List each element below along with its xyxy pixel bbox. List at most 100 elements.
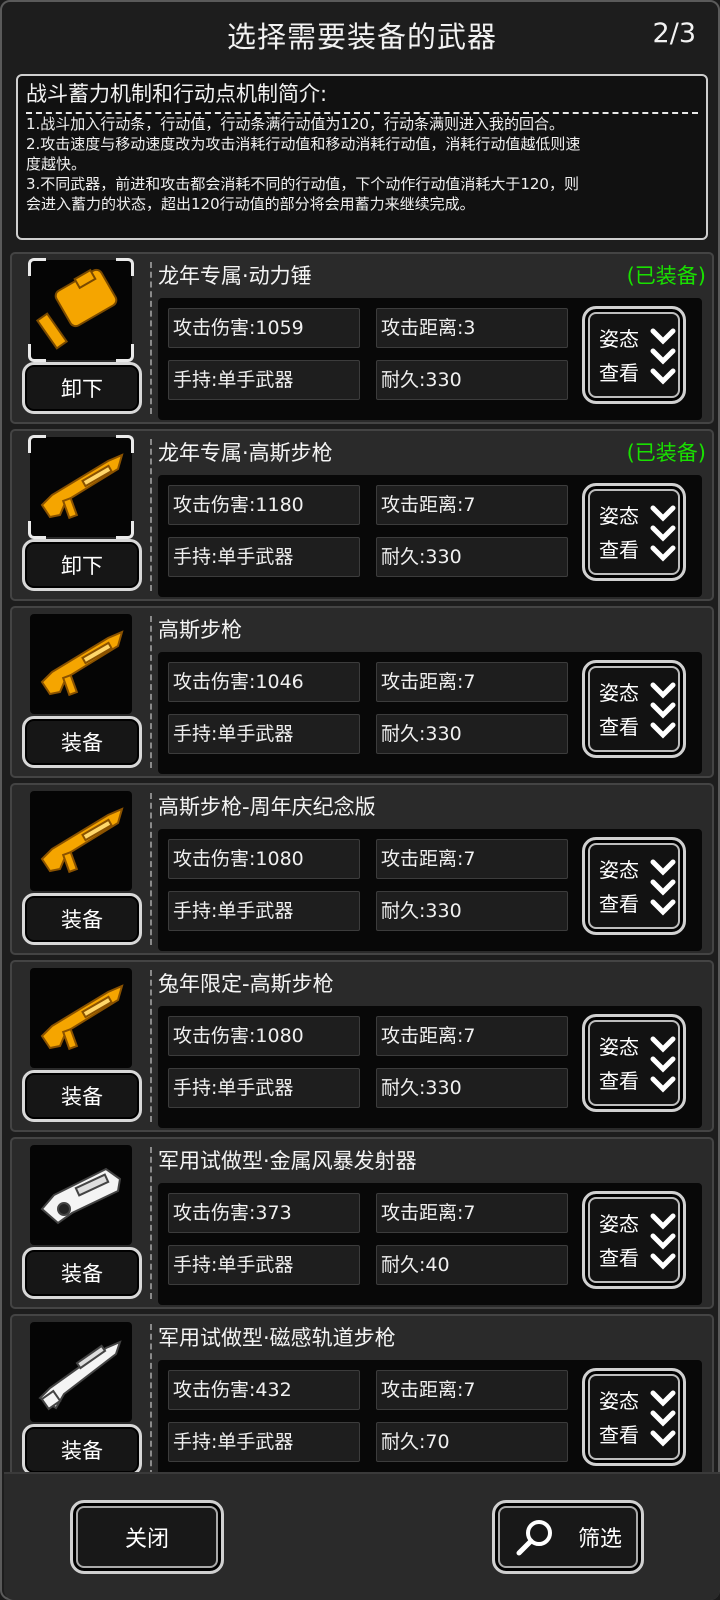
weapon-thumbnail[interactable]: [28, 435, 134, 539]
durability-stat: 耐久:40: [376, 1245, 568, 1285]
equipped-badge: (已装备): [626, 441, 706, 465]
chevrons-down-icon: [650, 682, 676, 739]
weapon-stats: 攻击伤害:432 攻击距离:7 手持:单手武器 耐久:70 姿态 查看: [158, 1360, 702, 1472]
weapon-name: 高斯步枪-周年庆纪念版: [158, 795, 376, 819]
divider: [150, 970, 152, 1122]
view-pose-button[interactable]: 姿态 查看: [582, 1368, 686, 1466]
intro-line: 会进入蓄力的状态，超出120行动值的部分将会用蓄力来继续完成。: [26, 195, 475, 213]
action-label: 装备: [61, 1262, 103, 1286]
weapon-card[interactable]: 装备 军用试做型·金属风暴发射器攻击伤害:373 攻击距离:7 手持:单手武器 耐久:4…: [10, 1137, 714, 1309]
view-pose-button[interactable]: 姿态 查看: [582, 837, 686, 935]
pose-label: 姿态: [599, 327, 639, 351]
view-pose-button[interactable]: 姿态 查看: [582, 306, 686, 404]
weapon-name: 兔年限定-高斯步枪: [158, 972, 334, 996]
attack-damage-stat: 攻击伤害:432: [168, 1370, 360, 1410]
pose-label: 姿态: [599, 1035, 639, 1059]
weapon-card[interactable]: 装备 高斯步枪-周年庆纪念版攻击伤害:1080 攻击距离:7 手持:单手武器 耐久:33…: [10, 783, 714, 955]
weapon-stats: 攻击伤害:1046 攻击距离:7 手持:单手武器 耐久:330 姿态 查看: [158, 652, 702, 774]
weapon-name: 高斯步枪: [158, 618, 242, 642]
attack-damage-stat: 攻击伤害:1180: [168, 485, 360, 525]
weapon-stats: 攻击伤害:373 攻击距离:7 手持:单手武器 耐久:40 姿态 查看: [158, 1183, 702, 1305]
close-button-label: 关闭: [124, 1527, 169, 1552]
weapon-thumbnail[interactable]: [28, 258, 134, 362]
weapon-list[interactable]: 卸下 龙年专属·动力锤 (已装备) 攻击伤害:1059 攻击距离:3 手持:单手武器 耐久:…: [10, 252, 714, 1472]
action-label: 装备: [61, 1085, 103, 1109]
pose-label: 姿态: [599, 681, 639, 705]
durability-stat: 耐久:330: [376, 1068, 568, 1108]
weapon-card[interactable]: 装备 军用试做型·磁感轨道步枪 攻击伤害:432 攻击距离:7 手持:单手武器 耐久:70…: [10, 1314, 714, 1472]
view-pose-button[interactable]: 姿态 查看: [582, 483, 686, 581]
weapon-thumbnail[interactable]: [30, 614, 132, 714]
divider: [150, 793, 152, 945]
weapon-stats: 攻击伤害:1080 攻击距离:7 手持:单手武器 耐久:330 姿态 查看: [158, 1006, 702, 1128]
action-label: 装备: [61, 731, 103, 755]
hand-type-stat: 手持:单手武器: [168, 714, 360, 754]
page-indicator: 2/3: [652, 18, 696, 49]
view-label: 查看: [599, 361, 639, 385]
weapon-card[interactable]: 装备 兔年限定-高斯步枪 攻击伤害:1080 攻击距离:7 手持:单手武器 耐久:330 姿…: [10, 960, 714, 1132]
view-pose-button[interactable]: 姿态 查看: [582, 1014, 686, 1112]
view-pose-button[interactable]: 姿态 查看: [582, 1191, 686, 1289]
divider: [150, 262, 152, 414]
weapon-thumbnail[interactable]: [30, 1145, 132, 1245]
attack-damage-stat: 攻击伤害:1080: [168, 839, 360, 879]
equip-button[interactable]: 装备: [22, 893, 142, 945]
weapon-select-dialog: 选择需要装备的武器 2/3 战斗蓄力机制和行动点机制简介: 1.战斗加入行动条，…: [0, 0, 720, 1600]
action-label: 装备: [61, 908, 103, 932]
weapon-name: 军用试做型·金属风暴发射器: [158, 1149, 417, 1173]
search-icon: [516, 1520, 552, 1556]
weapon-thumbnail[interactable]: [30, 968, 132, 1068]
equip-button[interactable]: 装备: [22, 1247, 142, 1299]
action-label: 卸下: [61, 377, 103, 401]
hand-type-stat: 手持:单手武器: [168, 891, 360, 931]
divider: [150, 439, 152, 591]
dialog-footer: 关闭 筛选: [4, 1472, 720, 1600]
weapon-name: 军用试做型·磁感轨道步枪: [158, 1326, 396, 1350]
filter-button[interactable]: 筛选: [492, 1500, 644, 1574]
pose-label: 姿态: [599, 1389, 639, 1413]
unequip-button[interactable]: 卸下: [22, 539, 142, 591]
attack-range-stat: 攻击距离:7: [376, 485, 568, 525]
attack-damage-stat: 攻击伤害:373: [168, 1193, 360, 1233]
weapon-card[interactable]: 卸下 龙年专属·动力锤 (已装备) 攻击伤害:1059 攻击距离:3 手持:单手武器 耐久:…: [10, 252, 714, 424]
equip-button[interactable]: 装备: [22, 716, 142, 768]
hand-type-stat: 手持:单手武器: [168, 1068, 360, 1108]
hand-type-stat: 手持:单手武器: [168, 1245, 360, 1285]
chevrons-down-icon: [650, 505, 676, 562]
attack-range-stat: 攻击距离:7: [376, 839, 568, 879]
action-label: 卸下: [61, 554, 103, 578]
filter-button-label: 筛选: [577, 1527, 622, 1552]
weapon-name: 龙年专属·动力锤: [158, 264, 312, 288]
action-label: 装备: [61, 1439, 103, 1463]
attack-damage-stat: 攻击伤害:1046: [168, 662, 360, 702]
attack-range-stat: 攻击距离:7: [376, 1016, 568, 1056]
weapon-stats: 攻击伤害:1180 攻击距离:7 手持:单手武器 耐久:330 姿态 查看: [158, 475, 702, 597]
intro-title: 战斗蓄力机制和行动点机制简介:: [26, 80, 698, 114]
weapon-stats: 攻击伤害:1080 攻击距离:7 手持:单手武器 耐久:330 姿态 查看: [158, 829, 702, 951]
durability-stat: 耐久:330: [376, 360, 568, 400]
chevrons-down-icon: [650, 328, 676, 385]
divider: [150, 1147, 152, 1299]
dialog-title: 选择需要装备的武器: [226, 20, 497, 54]
weapon-card[interactable]: 装备 高斯步枪攻击伤害:1046 攻击距离:7 手持:单手武器 耐久:330 姿态 查看: [10, 606, 714, 778]
weapon-stats: 攻击伤害:1059 攻击距离:3 手持:单手武器 耐久:330 姿态 查看: [158, 298, 702, 420]
unequip-button[interactable]: 卸下: [22, 362, 142, 414]
durability-stat: 耐久:70: [376, 1422, 568, 1462]
weapon-thumbnail[interactable]: [30, 1322, 132, 1422]
view-pose-button[interactable]: 姿态 查看: [582, 660, 686, 758]
pose-label: 姿态: [599, 1212, 639, 1236]
weapon-card[interactable]: 卸下 龙年专属·高斯步枪 (已装备) 攻击伤害:1180 攻击距离:7 手持:单手武器 耐久…: [10, 429, 714, 601]
view-label: 查看: [599, 538, 639, 562]
attack-range-stat: 攻击距离:7: [376, 1193, 568, 1233]
intro-line: 1.战斗加入行动条，行动值，行动条满行动值为120，行动条满则进入我的回合。: [26, 115, 564, 133]
durability-stat: 耐久:330: [376, 891, 568, 931]
view-label: 查看: [599, 1069, 639, 1093]
weapon-name: 龙年专属·高斯步枪: [158, 441, 333, 465]
pose-label: 姿态: [599, 858, 639, 882]
weapon-thumbnail[interactable]: [30, 791, 132, 891]
dialog-header: 选择需要装备的武器 2/3: [4, 4, 720, 66]
equip-button[interactable]: 装备: [22, 1070, 142, 1122]
equip-button[interactable]: 装备: [22, 1424, 142, 1472]
close-button[interactable]: 关闭: [70, 1500, 224, 1574]
chevrons-down-icon: [650, 1390, 676, 1447]
